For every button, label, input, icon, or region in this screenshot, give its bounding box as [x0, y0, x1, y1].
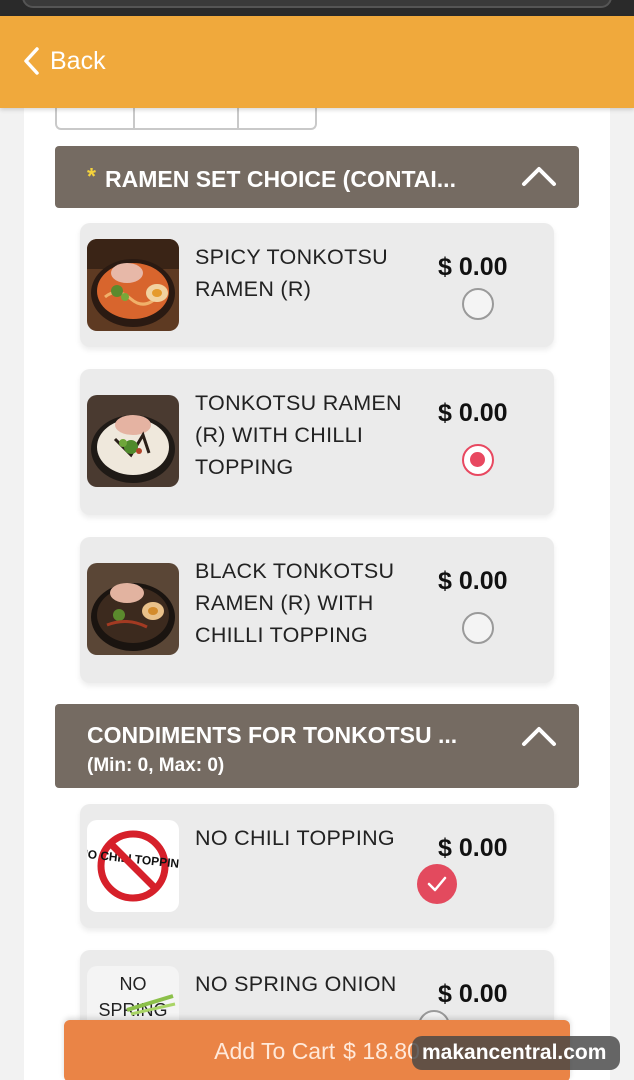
option-name: NO SPRING ONION [195, 972, 397, 996]
option-price: $ 0.00 [438, 567, 508, 595]
section-title: CONDIMENTS FOR TONKOTSU ... [87, 722, 458, 748]
app-header: Back [0, 16, 634, 108]
back-button[interactable]: Back [22, 44, 106, 78]
chevron-up-icon[interactable] [521, 164, 557, 188]
watermark: makancentral.com [412, 1036, 621, 1070]
option-price: $ 0.00 [438, 834, 508, 862]
option-radio-selected[interactable] [462, 444, 494, 476]
section-subtitle: (Min: 0, Max: 0) [87, 755, 225, 776]
section-title: RAMEN SET CHOICE (CONTAI... [105, 166, 456, 192]
no-chili-image: NO CHILI TOPPING [87, 820, 179, 912]
chevron-left-icon [22, 44, 44, 78]
section-header-condiments[interactable]: CONDIMENTS FOR TONKOTSU ... (Min: 0, Max… [55, 704, 579, 788]
back-label: Back [50, 46, 106, 75]
address-bar[interactable] [22, 0, 612, 8]
option-price: $ 0.00 [438, 253, 508, 281]
option-name: SPICY TONKOTSU RAMEN (R) [195, 245, 388, 301]
option-price: $ 0.00 [438, 399, 508, 427]
option-checkbox-checked[interactable] [417, 864, 457, 904]
option-card-black-tonkotsu[interactable]: BLACK TONKOTSU RAMEN (R) WITH CHILLI TOP… [80, 537, 554, 683]
white-broth-ramen-bowl-image [87, 395, 179, 487]
black-ramen-bowl-image [87, 563, 179, 655]
option-card-spicy-tonkotsu[interactable]: SPICY TONKOTSU RAMEN (R) $ 0.00 [80, 223, 554, 347]
option-name: BLACK TONKOTSU RAMEN (R) WITH CHILLI TOP… [195, 559, 395, 647]
browser-top-bar [0, 0, 634, 16]
spicy-ramen-bowl-image [87, 239, 179, 331]
option-radio[interactable] [462, 612, 494, 644]
section-header-ramen-set[interactable]: * RAMEN SET CHOICE (CONTAI... [55, 146, 579, 208]
required-marker: * [87, 163, 96, 189]
option-name: TONKOTSU RAMEN (R) WITH CHILLI TOPPING [195, 391, 402, 479]
option-price: $ 0.00 [438, 980, 508, 1008]
option-card-tonkotsu-chilli[interactable]: TONKOTSU RAMEN (R) WITH CHILLI TOPPING $… [80, 369, 554, 515]
check-icon [427, 876, 447, 892]
option-name: NO CHILI TOPPING [195, 826, 395, 850]
cart-total: $ 18.80 [343, 1037, 420, 1064]
option-radio[interactable] [462, 288, 494, 320]
chevron-up-icon[interactable] [521, 724, 557, 748]
option-card-no-chili[interactable]: NO CHILI TOPPING NO CHILI TOPPING $ 0.00 [80, 804, 554, 928]
add-to-cart-label: Add To Cart [214, 1037, 336, 1064]
